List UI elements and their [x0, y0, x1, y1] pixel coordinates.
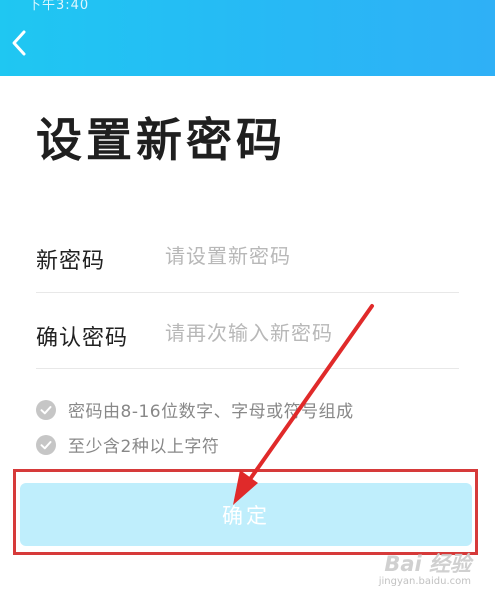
- status-bar-text: 下午3:40: [28, 0, 90, 13]
- watermark-url: jingyan.baidu.com: [378, 576, 471, 587]
- rule-text: 密码由8-16位数字、字母或符号组成: [68, 402, 354, 422]
- divider: [36, 368, 459, 369]
- new-password-input[interactable]: [165, 239, 455, 273]
- watermark: Bai 经验 jingyan.baidu.com: [379, 548, 471, 587]
- chevron-left-icon: [12, 30, 26, 56]
- divider: [36, 292, 459, 293]
- password-rule-item: 至少含2种以上字符: [36, 432, 219, 457]
- confirm-password-input[interactable]: [165, 316, 455, 350]
- password-rule-item: 密码由8-16位数字、字母或符号组成: [36, 397, 354, 422]
- watermark-logo: Bai 经验: [384, 552, 471, 576]
- page-title: 设置新密码: [36, 113, 286, 167]
- confirm-password-label: 确认密码: [36, 326, 129, 351]
- rule-text: 至少含2种以上字符: [68, 437, 220, 457]
- check-circle-icon: [36, 399, 56, 420]
- back-button[interactable]: [2, 22, 38, 62]
- new-password-label: 新密码: [36, 249, 106, 274]
- annotation-highlight-box: [13, 469, 478, 555]
- check-circle-icon: [36, 434, 56, 455]
- top-bar: 下午3:40: [0, 0, 495, 76]
